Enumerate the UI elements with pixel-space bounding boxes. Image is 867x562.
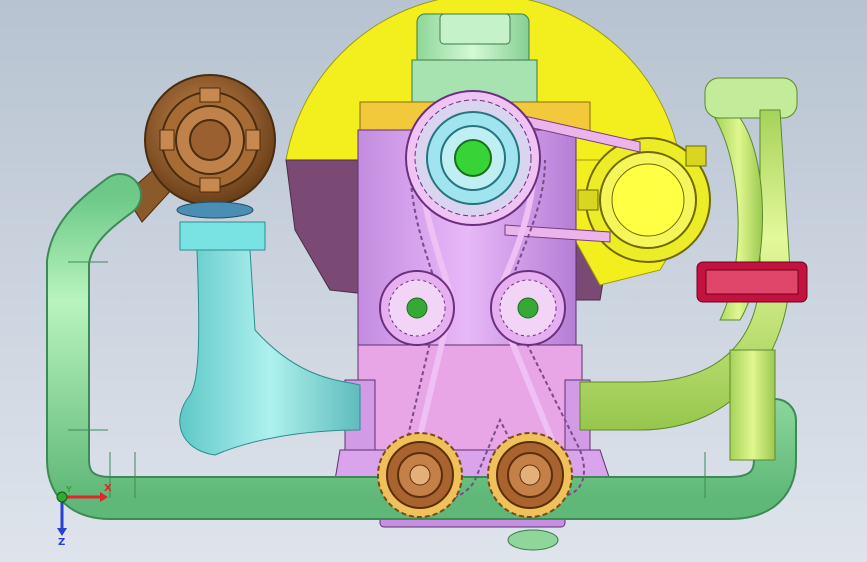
crankshaft-gear-left[interactable] (377, 432, 463, 518)
engine-model[interactable] (0, 0, 867, 562)
crankshaft-gear-right[interactable] (487, 432, 573, 518)
y-axis-label: Y (66, 485, 72, 494)
3d-viewport[interactable]: X Y Z (0, 0, 867, 562)
drain-plug (507, 529, 559, 551)
z-axis-label: Z (58, 537, 66, 548)
thermostat-housing[interactable] (696, 261, 808, 303)
idler-pulley-right[interactable] (490, 270, 566, 346)
x-axis-label: X (104, 483, 112, 494)
camshaft-pulley[interactable] (405, 90, 541, 226)
idler-pulley-left[interactable] (379, 270, 455, 346)
